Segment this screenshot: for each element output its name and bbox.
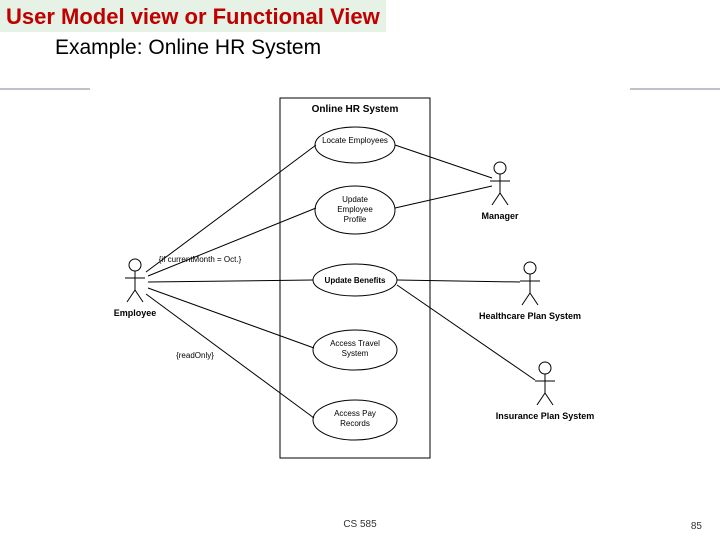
- footer-page-number: 85: [691, 521, 702, 532]
- svg-text:Healthcare Plan System: Healthcare Plan System: [479, 311, 581, 321]
- note-readonly: {readOnly}: [176, 351, 214, 360]
- note-currentmonth: {if currentMonth = Oct.}: [159, 255, 242, 264]
- assoc-employee-uc3: [148, 280, 313, 282]
- svg-text:Update Benefits: Update Benefits: [325, 276, 386, 285]
- system-name-label: Online HR System: [312, 104, 399, 115]
- svg-text:Locate Employees: Locate Employees: [322, 136, 388, 145]
- usecase-access-travel-system: Access Travel System: [313, 330, 397, 370]
- assoc-manager-uc1: [395, 145, 492, 178]
- actor-insurance: Insurance Plan System: [496, 362, 595, 421]
- page-title: User Model view or Functional View: [0, 0, 386, 32]
- assoc-healthcare-uc3: [397, 280, 520, 282]
- usecase-locate-employees: Locate Employees: [315, 127, 395, 163]
- assoc-employee-uc1: [146, 145, 316, 272]
- assoc-employee-uc2: [148, 208, 316, 276]
- page-subtitle: Example: Online HR System: [55, 36, 720, 60]
- usecase-access-pay-records: Access Pay Records: [313, 400, 397, 440]
- svg-text:System: System: [342, 349, 369, 358]
- usecase-update-employee-profile: Update Employee Profile: [315, 186, 395, 234]
- actor-healthcare: Healthcare Plan System: [479, 262, 581, 321]
- assoc-manager-uc2: [395, 186, 492, 208]
- usecase-update-benefits: Update Benefits: [313, 264, 397, 296]
- svg-text:Access Travel: Access Travel: [330, 339, 380, 348]
- svg-text:Update: Update: [342, 195, 368, 204]
- svg-text:Access Pay: Access Pay: [334, 409, 376, 418]
- svg-text:Employee: Employee: [114, 308, 157, 318]
- svg-text:Records: Records: [340, 419, 370, 428]
- svg-text:Manager: Manager: [481, 211, 519, 221]
- assoc-employee-uc5: [146, 294, 314, 418]
- assoc-insurance-uc3: [397, 285, 535, 380]
- svg-text:Profile: Profile: [344, 215, 367, 224]
- assoc-employee-uc4: [148, 288, 314, 348]
- actor-manager: Manager: [481, 162, 519, 221]
- usecase-diagram: Online HR System Locate Employees Update…: [0, 90, 720, 490]
- svg-text:Employee: Employee: [337, 205, 373, 214]
- svg-text:Insurance Plan System: Insurance Plan System: [496, 411, 595, 421]
- footer-course: CS 585: [343, 519, 376, 530]
